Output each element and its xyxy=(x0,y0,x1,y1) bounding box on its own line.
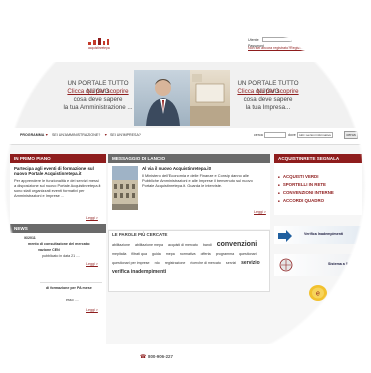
primo-piano-body: Per apprendere le funzionalità e dei ser… xyxy=(14,178,101,198)
left-column: IN PRIMO PIANO Partecipa agli eventi di … xyxy=(10,154,106,344)
sistema-banner-label: Sistema a Ret xyxy=(328,262,352,266)
banner-strip: UN PORTALE TUTTO NUOVO Clicca qui per sc… xyxy=(0,62,371,128)
network-icon xyxy=(278,257,294,273)
tag-link[interactable]: acquisti di mercato xyxy=(168,243,198,247)
banner-left[interactable]: UN PORTALE TUTTO NUOVO Clicca qui per sc… xyxy=(60,70,192,126)
link-sportelli-in-rete[interactable]: SPORTELLI IN RETE xyxy=(278,181,326,189)
primo-piano-more-link[interactable]: Leggi > xyxy=(86,216,98,220)
tag-link[interactable]: rdo xyxy=(155,261,160,265)
search-label: cerca xyxy=(254,133,263,137)
banner-right-line2: cosa deve sapere xyxy=(243,96,293,103)
navbar: PROGRAMMA ▼ SEI UN'AMMINISTRAZIONE? ▼ SE… xyxy=(0,128,371,145)
news-item1-text: pubblicato in data 21 .... xyxy=(42,254,81,258)
tag-link[interactable]: abilitazione xyxy=(112,243,130,247)
tag-link[interactable]: filtrati qua xyxy=(131,252,147,256)
utente-label: Utente xyxy=(248,38,259,42)
news-item2-more-link[interactable]: Leggi > xyxy=(86,308,98,312)
banner-right[interactable]: UN PORTALE TUTTO NUOVO Clicca qui per sc… xyxy=(190,70,320,126)
tag-link[interactable]: verifica inadempimenti xyxy=(112,269,166,275)
office-image xyxy=(190,70,230,126)
tag-link[interactable]: guida xyxy=(152,252,161,256)
banner-left-link[interactable]: Clicca qui per scoprire xyxy=(60,88,136,96)
primo-piano-title: IN PRIMO PIANO xyxy=(10,154,106,163)
tag-link[interactable]: questionari per imprese xyxy=(112,261,150,265)
tag-link[interactable]: programma xyxy=(216,252,234,256)
news-item1-title[interactable]: mento di consultazione del mercato: xyxy=(28,242,90,247)
messaggio-headline[interactable]: Al via il nuovo Acquistinretepa.it! xyxy=(142,166,266,171)
news-item2-text: esso .... xyxy=(66,298,79,302)
businessman-image xyxy=(134,70,192,126)
nav-amministrazione[interactable]: SEI UN'AMMINISTRAZIONE? xyxy=(52,133,100,138)
phone-icon: ☎ xyxy=(140,354,147,360)
footer-phone: 800-906-227 xyxy=(148,354,173,359)
arrow-icon xyxy=(278,229,292,242)
sistema-banner[interactable]: Sistema a Ret xyxy=(274,254,362,276)
logo-text: acquistinretepa xyxy=(88,46,110,50)
middle-column: MESSAGGIO DI LANCIO Al via il nuovo Acqu… xyxy=(108,154,270,344)
tag-link[interactable]: abilitazione mepa xyxy=(135,243,163,247)
acquisti-segnala-title: ACQUISTINRETE SEGNALA xyxy=(274,154,362,163)
verifica-banner[interactable]: Verifica Inadempimenti xyxy=(274,226,362,244)
link-acquisti-verdi[interactable]: ACQUISTI VERDI xyxy=(278,173,319,181)
search-input[interactable] xyxy=(264,132,286,138)
news-item1-more-link[interactable]: Leggi > xyxy=(86,262,98,266)
footer: ☎ 800-906-227 xyxy=(0,344,371,373)
tag-link[interactable]: mepa xyxy=(166,252,175,256)
link-accordi-quadro[interactable]: ACCORDI QUADRO xyxy=(278,197,324,205)
tag-link[interactable]: servizi xyxy=(226,261,236,265)
messaggio-title: MESSAGGIO DI LANCIO xyxy=(108,154,270,163)
tag-link[interactable]: mepitalia xyxy=(112,252,126,256)
nav-impresa[interactable]: SEI UN'IMPRESA? xyxy=(110,133,141,138)
tag-link[interactable]: offerta xyxy=(201,252,211,256)
search-button[interactable]: cerca xyxy=(344,131,358,139)
chevron-down-icon: ▼ xyxy=(45,133,49,137)
news-divider xyxy=(40,282,102,283)
logo-mark-icon xyxy=(88,34,109,45)
banner-left-line2: cosa deve sapere xyxy=(73,96,123,103)
header: acquistinretepa Utente Password Non sei … xyxy=(0,0,371,62)
forgot-link[interactable]: Non sei ancora registrato? xyxy=(248,46,290,51)
search-scope-label: dove xyxy=(288,133,296,137)
news-item1-date: /6/2011 xyxy=(24,236,36,240)
messaggio-more-link[interactable]: Leggi > xyxy=(254,210,266,214)
chevron-down-icon: ▼ xyxy=(104,133,108,137)
utente-input[interactable] xyxy=(262,37,292,42)
verifica-banner-label: Verifica Inadempimenti xyxy=(304,232,344,236)
tag-link[interactable]: ricerche di mercato xyxy=(190,261,221,265)
news-title: NEWS xyxy=(10,224,106,233)
parole-title: LE PAROLE PIÙ CERCATE xyxy=(112,232,168,237)
search-scope-select[interactable]: tutti i sezioni informative xyxy=(297,132,333,138)
svg-text:e: e xyxy=(316,291,320,298)
messaggio-body: Il Ministero dell'Economia e delle Finan… xyxy=(142,173,253,188)
tag-link[interactable]: convenzioni xyxy=(217,241,257,248)
promo-coin-image[interactable]: e xyxy=(308,284,328,302)
news-item1-sub: vazione CEN xyxy=(38,248,60,252)
right-column: ACQUISTINRETE SEGNALA ACQUISTI VERDI SPO… xyxy=(274,154,362,344)
register-link[interactable]: Registrati xyxy=(290,46,305,51)
page: acquistinretepa Utente Password Non sei … xyxy=(0,0,371,373)
nav-programma[interactable]: PROGRAMMA xyxy=(20,133,44,138)
tag-cloud: abilitazione abilitazione mepa acquisti … xyxy=(112,240,266,277)
primo-piano-headline[interactable]: Partecipa agli eventi di formazione sul … xyxy=(14,166,102,177)
tag-link[interactable]: servizio xyxy=(241,260,260,266)
link-convenzioni-interne[interactable]: CONVENZIONI INTERNE xyxy=(278,189,334,197)
banner-right-link[interactable]: Clicca qui per scoprire xyxy=(230,88,306,96)
tag-link[interactable]: registrazione xyxy=(165,261,186,265)
banner-right-line3: la tua Impresa... xyxy=(245,104,291,111)
tag-link[interactable]: questionari xyxy=(239,252,257,256)
logo[interactable]: acquistinretepa xyxy=(74,32,134,52)
tag-link[interactable]: normativa xyxy=(180,252,196,256)
palace-image xyxy=(112,166,138,210)
news-item2-title[interactable]: di formazione per PA mese xyxy=(46,286,92,291)
tag-link[interactable]: bandi xyxy=(203,243,212,247)
banner-left-line3: la tua Amministrazione ... xyxy=(63,104,133,111)
